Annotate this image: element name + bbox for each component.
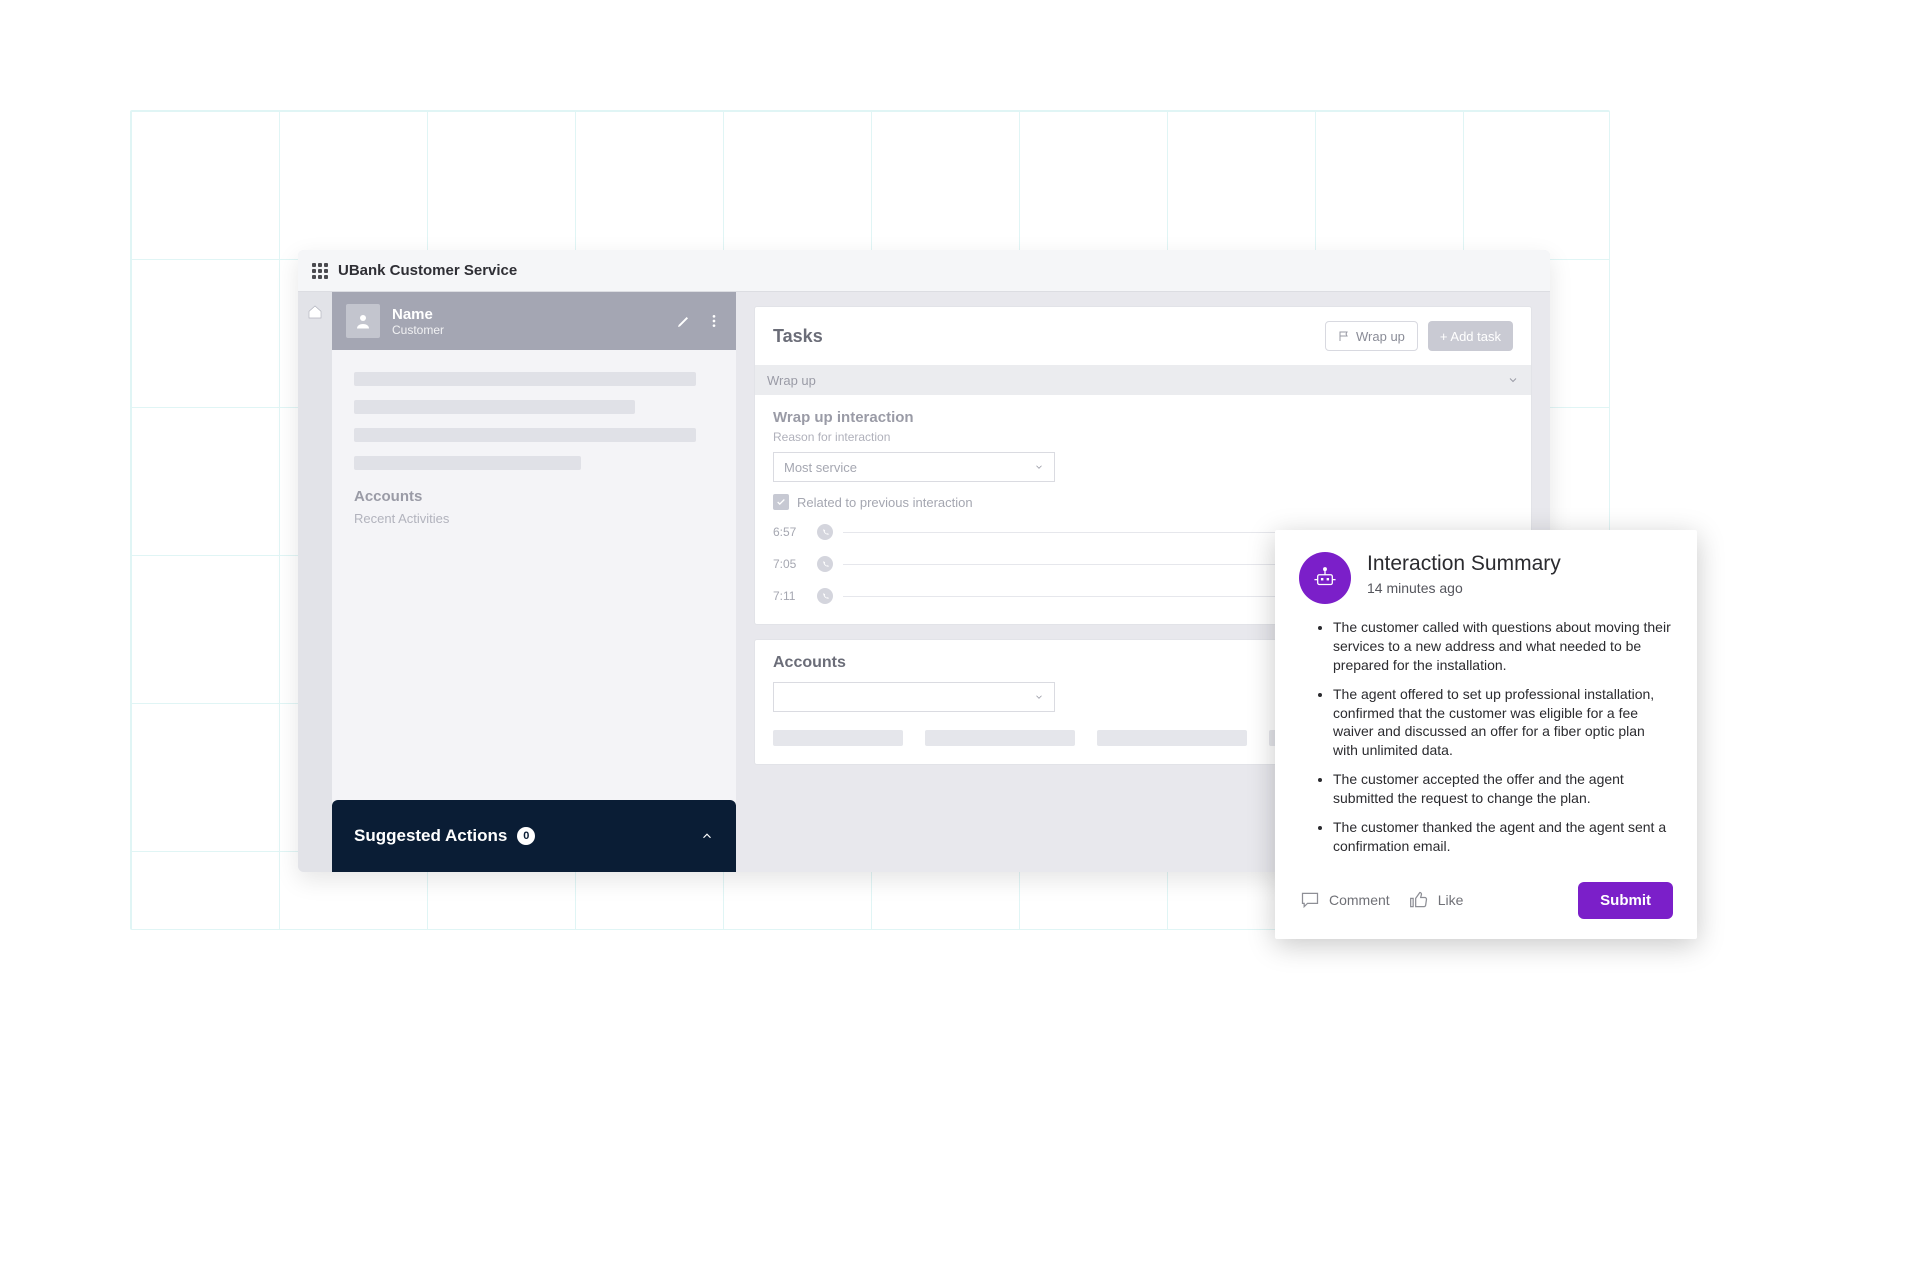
popup-header: Interaction Summary 14 minutes ago — [1299, 552, 1673, 604]
comment-label: Comment — [1329, 892, 1390, 908]
customer-sidebar: Name Customer Accounts Recent Activities… — [332, 292, 736, 872]
placeholder-line — [925, 730, 1075, 746]
thumbs-up-icon — [1408, 890, 1430, 910]
accounts-section-label: Accounts — [332, 470, 736, 511]
summary-bullet: The customer called with questions about… — [1333, 618, 1673, 675]
phone-icon — [817, 588, 833, 604]
related-checkbox-row[interactable]: Related to previous interaction — [773, 494, 1513, 510]
chevron-down-icon — [1034, 462, 1044, 472]
interaction-summary-popup: Interaction Summary 14 minutes ago The c… — [1275, 530, 1697, 939]
submit-button[interactable]: Submit — [1578, 882, 1673, 919]
title-bar: UBank Customer Service — [298, 250, 1550, 292]
phone-icon — [817, 524, 833, 540]
related-label: Related to previous interaction — [797, 495, 973, 510]
add-task-label: + Add task — [1440, 329, 1501, 344]
robot-icon — [1299, 552, 1351, 604]
suggested-count-badge: 0 — [517, 827, 535, 845]
avatar — [346, 304, 380, 338]
suggested-actions-label: Suggested Actions — [354, 826, 507, 846]
recent-activities-label[interactable]: Recent Activities — [332, 511, 736, 526]
placeholder-line — [354, 372, 696, 386]
comment-button[interactable]: Comment — [1299, 890, 1390, 910]
like-button[interactable]: Like — [1408, 890, 1464, 910]
comment-icon — [1299, 890, 1321, 910]
timeline-time: 7:11 — [773, 589, 807, 603]
chevron-up-icon — [700, 829, 714, 843]
customer-details-placeholder — [332, 350, 736, 470]
reason-select[interactable]: Most service — [773, 452, 1055, 482]
summary-list: The customer called with questions about… — [1299, 618, 1673, 856]
person-icon — [354, 312, 372, 330]
wrap-up-heading: Wrap up interaction — [773, 409, 1513, 426]
checkbox-checked-icon — [773, 494, 789, 510]
wrap-up-button[interactable]: Wrap up — [1325, 321, 1418, 351]
summary-bullet: The customer thanked the agent and the a… — [1333, 818, 1673, 856]
add-task-button[interactable]: + Add task — [1428, 321, 1513, 351]
app-title: UBank Customer Service — [338, 262, 517, 279]
chevron-down-icon — [1034, 692, 1044, 702]
placeholder-line — [354, 456, 581, 470]
customer-name-block: Name Customer — [392, 306, 444, 337]
placeholder-line — [354, 428, 696, 442]
more-icon[interactable] — [706, 313, 722, 329]
customer-name: Name — [392, 306, 444, 323]
suggested-actions-panel[interactable]: Suggested Actions 0 — [332, 800, 736, 872]
home-icon[interactable] — [306, 304, 324, 320]
summary-bullet: The agent offered to set up professional… — [1333, 685, 1673, 761]
edit-icon[interactable] — [676, 313, 692, 329]
timeline-time: 6:57 — [773, 525, 807, 539]
tab-wrap-up[interactable]: Wrap up — [767, 373, 816, 388]
like-label: Like — [1438, 892, 1464, 908]
wrap-up-label: Wrap up — [1356, 329, 1405, 344]
reason-value: Most service — [784, 460, 857, 475]
popup-actions: Comment Like Submit — [1299, 882, 1673, 919]
app-launcher-icon[interactable] — [312, 263, 328, 279]
chevron-down-icon[interactable] — [1507, 374, 1519, 386]
reason-label: Reason for interaction — [773, 430, 1513, 444]
placeholder-line — [354, 400, 635, 414]
popup-timestamp: 14 minutes ago — [1367, 580, 1561, 596]
account-select[interactable] — [773, 682, 1055, 712]
flag-icon — [1338, 330, 1350, 342]
submit-label: Submit — [1600, 892, 1651, 909]
tasks-header: Tasks Wrap up + Add task — [755, 307, 1531, 365]
phone-icon — [817, 556, 833, 572]
task-tab-bar: Wrap up — [755, 365, 1531, 395]
left-rail — [298, 292, 332, 872]
placeholder-line — [773, 730, 903, 746]
customer-role: Customer — [392, 323, 444, 337]
summary-bullet: The customer accepted the offer and the … — [1333, 770, 1673, 808]
customer-header: Name Customer — [332, 292, 736, 350]
placeholder-line — [1097, 730, 1247, 746]
tasks-title: Tasks — [773, 326, 823, 347]
timeline-time: 7:05 — [773, 557, 807, 571]
popup-title: Interaction Summary — [1367, 552, 1561, 576]
